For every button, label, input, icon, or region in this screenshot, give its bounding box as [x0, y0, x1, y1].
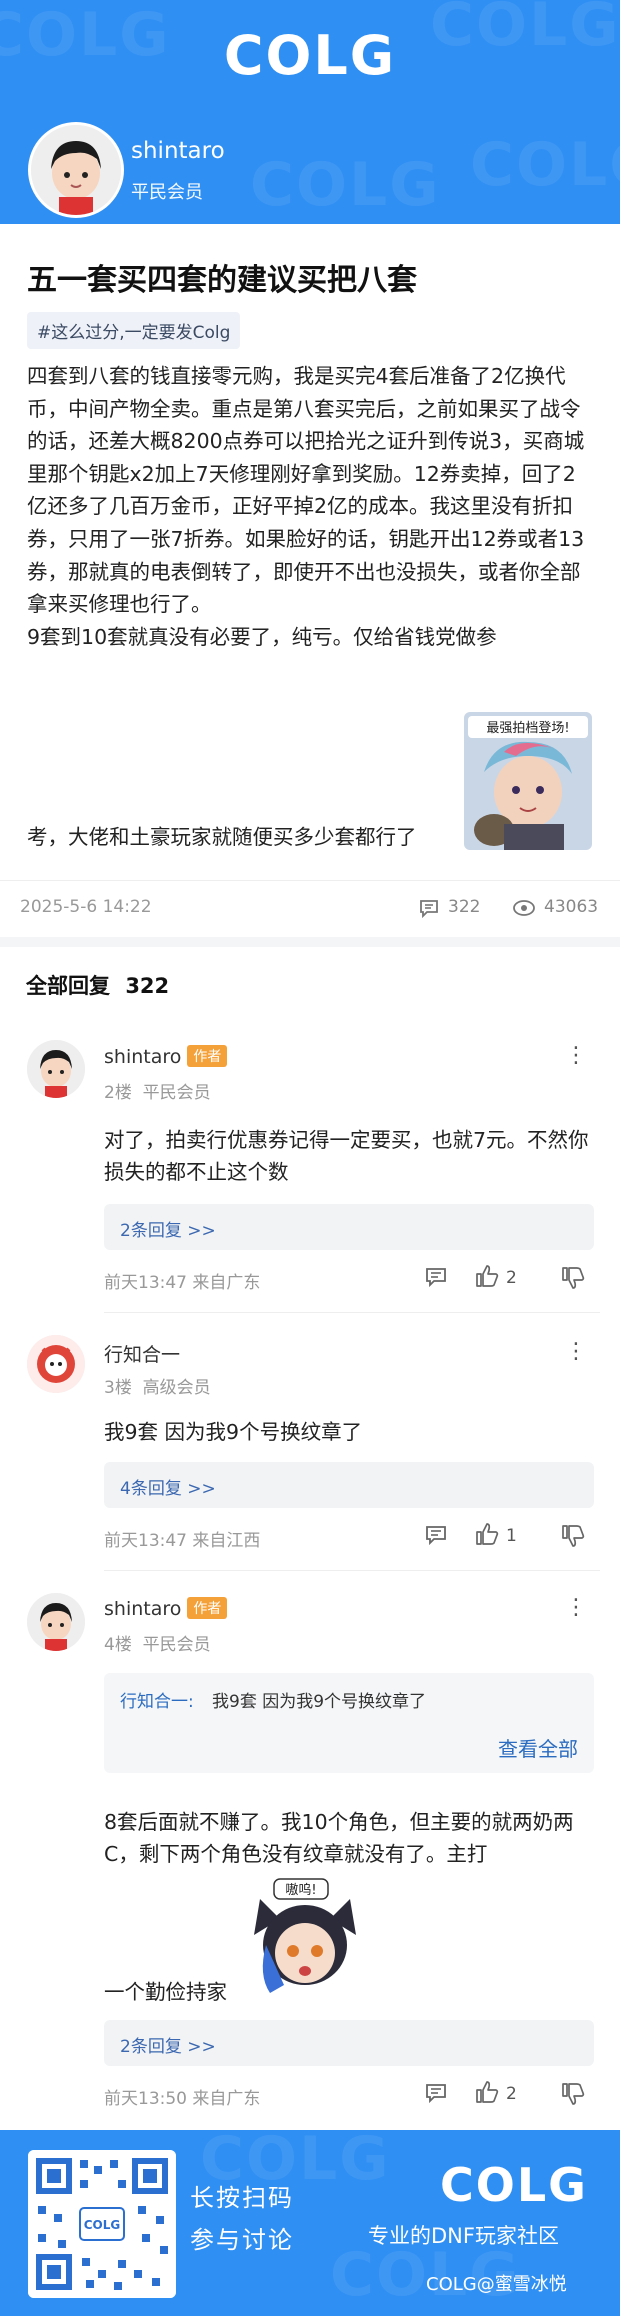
comment-rank: 平民会员 — [142, 1083, 211, 1103]
comment-floor: 3楼 — [104, 1378, 132, 1398]
post-body: 四套到八套的钱直接零元购，我是买完4套后准备了2亿换代币，中间产物全卖。重点是第… — [27, 360, 593, 653]
comment-floor-rank: 3楼 高级会员 — [104, 1373, 211, 1398]
comment-rank: 平民会员 — [142, 1635, 211, 1655]
sticker-image: 最强拍档登场! — [464, 712, 592, 850]
thumb-up-icon[interactable] — [474, 1264, 500, 1293]
post-paragraph-2a: 9套到10套就真没有必要了，纯亏。仅给省钱党做参 — [27, 624, 497, 649]
like-count: 2 — [506, 2084, 517, 2104]
comment-divider — [104, 1312, 600, 1313]
qr-logo-text: COLG — [84, 2218, 121, 2232]
comment-floor-rank: 4楼 平民会员 — [104, 1630, 211, 1655]
background-watermark: COLG — [250, 150, 441, 220]
post-date: 2025-5-6 14:22 — [20, 897, 152, 917]
like-count: 2 — [506, 1268, 517, 1288]
comment-icon[interactable] — [424, 1266, 448, 1293]
author-badge: 作者 — [187, 1045, 228, 1067]
post-view-count: 43063 — [544, 897, 599, 917]
comment-time: 前天13:47 来自江西 — [104, 1531, 261, 1551]
background-watermark: COLG — [470, 130, 620, 200]
author-badge: 作者 — [187, 1597, 228, 1619]
reply-thread-box[interactable]: 4条回复 >> — [104, 1462, 594, 1508]
commenter-name[interactable]: shintaro 作者 — [104, 1597, 228, 1620]
post-title: 五一套买四套的建议买把八套 — [27, 263, 417, 298]
view-replies-link[interactable]: 2条回复 >> — [120, 2032, 216, 2057]
comment-text-tail: 一个勤俭持家 — [104, 1980, 227, 2004]
footer-credit: COLG@蜜雪冰悦 — [426, 2274, 567, 2295]
footer-brand-logo: COLG — [440, 2158, 588, 2212]
thumb-up-icon[interactable] — [474, 2080, 500, 2109]
replies-header: 全部回复 322 — [26, 970, 169, 1000]
comment-divider — [104, 1570, 600, 1571]
header: COLG COLG COLG COLG COLG shintaro 平民会员 — [0, 0, 620, 224]
post-comment-count: 322 — [448, 897, 481, 917]
comment-floor: 2楼 — [104, 1083, 132, 1103]
comment-rank: 高级会员 — [142, 1378, 211, 1398]
sticker-caption: 最强拍档登场! — [486, 721, 569, 736]
comment-text: 对了，拍卖行优惠券记得一定要买，也就7元。不然你损失的都不止这个数 — [104, 1128, 589, 1184]
view-replies-link[interactable]: 4条回复 >> — [120, 1474, 216, 1499]
eye-icon — [512, 898, 536, 922]
qr-code-icon[interactable]: COLG — [28, 2150, 176, 2298]
thumb-up-icon[interactable] — [474, 1522, 500, 1551]
reply-thread-box[interactable]: 2条回复 >> — [104, 1204, 594, 1250]
post-tag[interactable]: #这么过分,一定要发Colg — [27, 312, 241, 349]
commenter-name[interactable]: 行知合一 — [104, 1340, 180, 1367]
commenter-avatar[interactable] — [27, 1335, 85, 1393]
comment-icon[interactable] — [418, 897, 440, 923]
like-count: 1 — [506, 1526, 517, 1546]
comment-floor: 4楼 — [104, 1635, 132, 1655]
more-icon[interactable]: ⋮ — [565, 1045, 587, 1067]
commenter-avatar[interactable] — [27, 1593, 85, 1651]
thumb-down-icon[interactable] — [560, 1266, 586, 1295]
author-name[interactable]: shintaro — [131, 138, 225, 164]
comment-text: 我9套 因为我9个号换纹章了 — [104, 1420, 363, 1444]
quote-text: 我9套 因为我9个号换纹章了 — [212, 1692, 427, 1712]
quoted-reply[interactable]: 行知合一: 我9套 因为我9个号换纹章了 查看全部 — [104, 1673, 594, 1773]
view-replies-link[interactable]: 2条回复 >> — [120, 1216, 216, 1241]
author-rank: 平民会员 — [131, 182, 203, 203]
thumb-down-icon[interactable] — [560, 1524, 586, 1553]
post-paragraph-1: 四套到八套的钱直接零元购，我是买完4套后准备了2亿换代币，中间产物全卖。重点是第… — [27, 364, 585, 617]
comment-icon[interactable] — [424, 2082, 448, 2109]
view-all-link[interactable]: 查看全部 — [498, 1733, 578, 1762]
comment-text: 8套后面就不赚了。我10个角色，但主要的就两奶两C，剩下两个角色没有纹章就没有了… — [104, 1810, 574, 1866]
more-icon[interactable]: ⋮ — [565, 1341, 587, 1363]
sticker-caption: 嗷呜! — [285, 1882, 316, 1898]
comment-floor-rank: 2楼 平民会员 — [104, 1078, 211, 1103]
footer-scan-prompt: 长按扫码 — [190, 2184, 294, 2212]
comment-time: 前天13:47 来自广东 — [104, 1273, 261, 1293]
commenter-avatar[interactable] — [27, 1040, 85, 1098]
footer-banner: COLG COLG COLG 长按扫码 参与讨论 COLG 专业的DNF玩家社区… — [0, 2130, 620, 2316]
replies-label: 全部回复 — [26, 974, 110, 998]
post-meta: 2025-5-6 14:22 322 43063 — [0, 880, 620, 947]
commenter-name[interactable]: shintaro 作者 — [104, 1045, 228, 1068]
comment-icon[interactable] — [424, 1524, 448, 1551]
footer-join-prompt: 参与讨论 — [190, 2226, 294, 2254]
post-paragraph-2b: 考，大佬和土豪玩家就随便买多少套都行了 — [27, 825, 417, 849]
more-icon[interactable]: ⋮ — [565, 1597, 587, 1619]
footer-tagline: 专业的DNF玩家社区 — [368, 2224, 559, 2248]
reply-thread-box[interactable]: 2条回复 >> — [104, 2020, 594, 2066]
replies-count: 322 — [125, 974, 170, 998]
brand-logo: COLG — [223, 24, 397, 87]
author-avatar[interactable] — [28, 122, 124, 218]
thumb-down-icon[interactable] — [560, 2082, 586, 2111]
quote-author[interactable]: 行知合一: — [120, 1687, 194, 1712]
comment-time: 前天13:50 来自广东 — [104, 2089, 261, 2109]
